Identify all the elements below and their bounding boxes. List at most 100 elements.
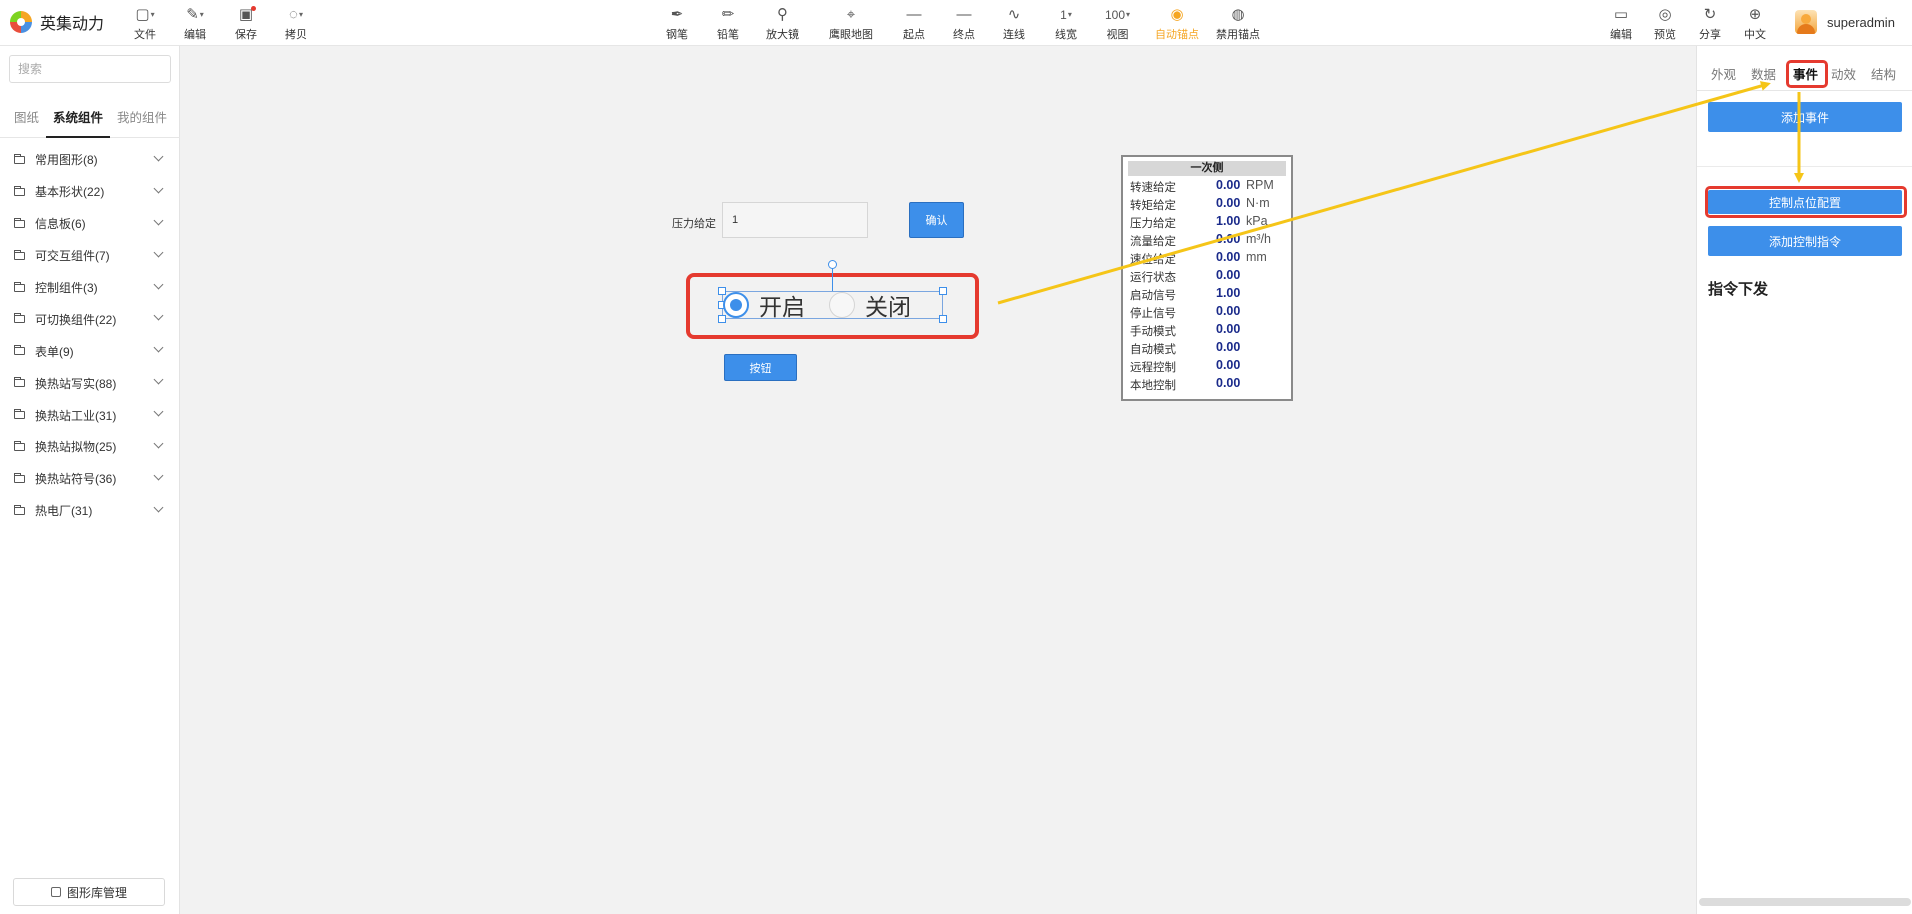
info-row-unit: mm	[1246, 250, 1267, 264]
folder-icon	[14, 472, 25, 483]
chevron-down-icon	[153, 311, 164, 321]
chevron-down-icon	[153, 470, 164, 481]
add-event-button[interactable]: 添加事件	[1708, 102, 1902, 132]
info-row-value: 0.00	[1216, 232, 1241, 246]
preview-button[interactable]: ◎ 预览	[1654, 6, 1676, 42]
language-button[interactable]: ⊕ 中文	[1744, 6, 1766, 42]
eagle-eye-map-button[interactable]: ⌖ 鹰眼地图	[829, 6, 873, 42]
tab-animation[interactable]: 动效	[1831, 64, 1856, 83]
info-panel-row: 转速给定 0.00 RPM	[1128, 176, 1286, 194]
share-button[interactable]: ↻ 分享	[1699, 6, 1721, 42]
folder-icon	[14, 345, 25, 356]
chevron-down-icon	[153, 406, 164, 417]
confirm-button[interactable]: 确认	[909, 202, 964, 238]
info-row-label: 转速给定	[1130, 182, 1176, 194]
category-item[interactable]: 换热站符号(36)	[0, 463, 180, 495]
info-panel-row: 流量给定 0.00 m³/h	[1128, 230, 1286, 248]
tab-data[interactable]: 数据	[1751, 64, 1776, 83]
chevron-down-icon	[153, 438, 164, 449]
line-end-button[interactable]: — 终点	[953, 6, 975, 42]
line-width-dropdown[interactable]: 1 ▾ 线宽	[1055, 6, 1077, 42]
folder-icon	[14, 440, 25, 451]
canvas-button[interactable]: 按钮	[724, 354, 797, 381]
folder-edit-icon: ▭	[1613, 6, 1629, 23]
info-row-value: 1.00	[1216, 214, 1241, 228]
edit-menu-button[interactable]: ✎ ▾ 编辑	[184, 6, 206, 42]
disable-anchor-button[interactable]: ◍ 禁用锚点	[1216, 6, 1260, 42]
chevron-down-icon	[153, 215, 164, 226]
eye-icon: ◎	[1658, 6, 1672, 23]
category-item[interactable]: 控制组件(3)	[0, 272, 180, 304]
category-item[interactable]: 可交互组件(7)	[0, 240, 180, 272]
info-row-label: 启动信号	[1130, 290, 1176, 302]
user-menu[interactable]: superadmin	[1795, 10, 1895, 34]
copy-menu-button[interactable]: ◌ ▾ 拷贝	[285, 6, 307, 42]
radio-off[interactable]: 关闭	[829, 288, 911, 322]
save-icon: ▣	[239, 6, 257, 24]
chevron-down-icon: ▾	[1067, 10, 1072, 19]
info-row-label: 自动模式	[1130, 344, 1176, 356]
pressure-setpoint-label: 压力给定	[672, 218, 716, 230]
chevron-down-icon	[153, 342, 164, 353]
category-item[interactable]: 信息板(6)	[0, 208, 180, 240]
tab-system-components[interactable]: 系统组件	[46, 106, 111, 138]
info-panel-row: 运行状态 0.00	[1128, 266, 1286, 284]
info-panel-primary-side[interactable]: 一次侧 转速给定 0.00 RPM 转矩给定 0.00 N·m 压力给定 1.00 kPa 流量给…	[1121, 155, 1293, 401]
tab-my-components[interactable]: 我的组件	[110, 106, 174, 137]
category-item[interactable]: 换热站拟物(25)	[0, 431, 180, 463]
view-zoom-dropdown[interactable]: 100 ▾ 视图	[1105, 6, 1130, 42]
add-control-command-button[interactable]: 添加控制指令	[1708, 226, 1902, 256]
tab-drawings[interactable]: 图纸	[0, 106, 46, 137]
library-manage-button[interactable]: 图形库管理	[13, 878, 165, 906]
chevron-down-icon	[153, 247, 164, 258]
info-row-label: 本地控制	[1130, 380, 1176, 392]
info-row-label: 流量给定	[1130, 236, 1176, 248]
edit-mode-button[interactable]: ▭ 编辑	[1610, 6, 1632, 42]
file-menu-button[interactable]: ▢ ▾ 文件	[134, 6, 156, 42]
magnifier-tool-button[interactable]: ⚲ 放大镜	[766, 6, 799, 42]
radio-unchecked-icon	[829, 292, 855, 318]
pencil-tool-button[interactable]: ✏ 铅笔	[717, 6, 739, 42]
chevron-down-icon: ▾	[1126, 10, 1131, 19]
auto-anchor-button[interactable]: ◉ 自动锚点	[1155, 6, 1199, 42]
radio-on[interactable]: 开启	[723, 288, 805, 322]
control-point-highlight-frame	[1705, 186, 1907, 218]
pen-tool-button[interactable]: ✒ 钢笔	[666, 6, 688, 42]
top-toolbar: 英集动力 ▢ ▾ 文件 ✎ ▾ 编辑 ▣ 保存 ◌ ▾ 拷贝 ✒ 钢笔 ✏ 铅笔 ⚲ …	[0, 0, 1912, 46]
info-panel-row: 转矩给定 0.00 N·m	[1128, 194, 1286, 212]
category-item[interactable]: 表单(9)	[0, 335, 180, 367]
tab-structure[interactable]: 结构	[1871, 64, 1896, 83]
line-start-button[interactable]: — 起点	[903, 6, 925, 42]
radio-checked-icon	[723, 292, 749, 318]
info-row-value: 0.00	[1216, 376, 1241, 390]
info-panel-row: 停止信号 0.00	[1128, 302, 1286, 320]
save-button[interactable]: ▣ 保存	[235, 6, 257, 42]
map-pin-icon: ⌖	[846, 6, 856, 23]
category-item[interactable]: 常用图形(8)	[0, 144, 180, 176]
folder-icon	[14, 504, 25, 515]
app-title: 英集动力	[40, 16, 105, 33]
category-item[interactable]: 可切换组件(22)	[0, 303, 180, 335]
line-start-icon: —	[906, 6, 922, 23]
line-width-value: 1	[1060, 8, 1067, 22]
horizontal-scrollbar[interactable]	[1699, 898, 1911, 906]
info-row-value: 0.00	[1216, 178, 1241, 192]
search-input[interactable]	[9, 55, 171, 83]
command-section-title: 指令下发	[1708, 281, 1769, 298]
section-divider	[1697, 166, 1912, 167]
info-row-label: 手动模式	[1130, 326, 1176, 338]
pressure-setpoint-input[interactable]	[722, 202, 868, 238]
rotation-handle[interactable]	[828, 260, 837, 269]
category-item[interactable]: 基本形状(22)	[0, 176, 180, 208]
info-row-value: 0.00	[1216, 322, 1241, 336]
tab-appearance[interactable]: 外观	[1711, 64, 1736, 83]
curve-icon: ∿	[1007, 6, 1021, 23]
library-icon	[50, 887, 61, 897]
category-item[interactable]: 热电厂(31)	[0, 495, 180, 527]
connect-line-button[interactable]: ∿ 连线	[1003, 6, 1025, 42]
chevron-down-icon	[153, 279, 164, 290]
component-library-panel: 图纸 系统组件 我的组件 常用图形(8) 基本形状(22) 信息板(6) 可交互…	[0, 46, 180, 914]
category-item[interactable]: 换热站写实(88)	[0, 367, 180, 399]
drawing-canvas[interactable]	[180, 46, 1696, 914]
category-item[interactable]: 换热站工业(31)	[0, 399, 180, 431]
